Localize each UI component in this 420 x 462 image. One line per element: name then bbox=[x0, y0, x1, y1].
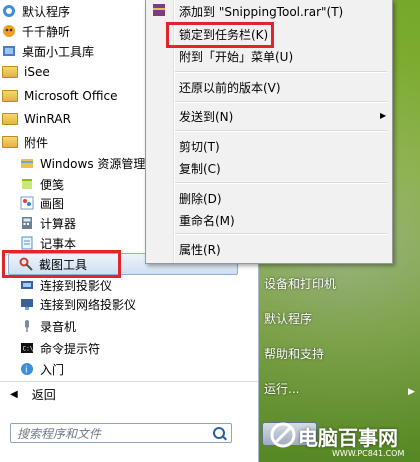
ctx-restore-previous-versions[interactable]: 还原以前的版本(V) bbox=[179, 77, 281, 97]
right-item-devices-printers[interactable]: 设备和打印机 bbox=[264, 273, 336, 293]
explorer-icon bbox=[20, 156, 34, 170]
sound-recorder-icon bbox=[20, 319, 34, 333]
folder-icon bbox=[2, 113, 18, 125]
ctx-send-to[interactable]: 发送到(N) bbox=[179, 106, 233, 126]
paint-icon bbox=[20, 196, 34, 210]
ctx-add-to-archive[interactable]: 添加到 "SnippingTool.rar"(T) bbox=[179, 1, 343, 21]
right-item-default-programs[interactable]: 默认程序 bbox=[264, 308, 312, 328]
network-projector-icon bbox=[20, 297, 34, 311]
svg-text:C:\: C:\ bbox=[23, 346, 34, 353]
folder-icon bbox=[2, 66, 18, 78]
program-connect-network-projector[interactable]: 连接到网络投影仪 bbox=[20, 294, 278, 314]
folder-icon bbox=[2, 136, 18, 148]
folder-icon bbox=[2, 90, 18, 102]
ttplayer-icon bbox=[2, 24, 16, 38]
context-menu-separator bbox=[175, 233, 387, 235]
highlight-snipping-tool bbox=[2, 250, 121, 278]
context-menu-separator bbox=[175, 71, 387, 73]
context-menu-separator bbox=[175, 130, 387, 132]
svg-text:i: i bbox=[25, 366, 28, 376]
watermark-text: 电脑百事网 bbox=[298, 426, 398, 450]
program-sound-recorder[interactable]: 录音机 bbox=[20, 316, 278, 336]
winrar-icon bbox=[152, 4, 166, 16]
context-menu-separator bbox=[175, 101, 387, 103]
sticky-notes-icon bbox=[20, 177, 34, 191]
getting-started-icon: i bbox=[20, 362, 34, 376]
default-programs-icon bbox=[2, 4, 16, 18]
program-command-prompt[interactable]: C:\ 命令提示符 bbox=[20, 338, 278, 358]
right-submenu-arrow-icon: ▶ bbox=[408, 387, 415, 397]
cmd-icon: C:\ bbox=[20, 341, 34, 355]
program-getting-started[interactable]: i 入门 bbox=[20, 359, 278, 379]
back-arrow-icon: ◀ bbox=[10, 388, 18, 400]
search-input[interactable]: 搜索程序和文件 bbox=[10, 423, 232, 443]
calculator-icon bbox=[20, 216, 34, 230]
projector-icon bbox=[20, 278, 34, 292]
watermark-url: WWW.PC841.COM bbox=[332, 449, 405, 458]
gadgets-icon bbox=[2, 44, 16, 58]
ctx-copy[interactable]: 复制(C) bbox=[179, 158, 221, 178]
ctx-properties[interactable]: 属性(R) bbox=[179, 239, 221, 259]
right-item-help-support[interactable]: 帮助和支持 bbox=[264, 343, 324, 363]
pc841-logo-icon bbox=[270, 422, 296, 448]
ctx-delete[interactable]: 删除(D) bbox=[179, 188, 222, 208]
watermark: 电脑百事网 WWW.PC841.COM bbox=[270, 420, 420, 462]
ctx-rename[interactable]: 重命名(M) bbox=[179, 210, 235, 230]
divider bbox=[0, 381, 258, 382]
search-icon[interactable] bbox=[213, 427, 225, 439]
highlight-pin-to-taskbar bbox=[166, 22, 274, 48]
back-button[interactable]: ◀ 返回 bbox=[10, 384, 130, 404]
notepad-icon bbox=[20, 236, 34, 250]
context-menu-separator bbox=[175, 182, 387, 184]
send-to-submenu-arrow-icon: ▶ bbox=[380, 111, 387, 120]
right-item-run[interactable]: 运行... bbox=[264, 378, 299, 398]
program-connect-projector[interactable]: 连接到投影仪 bbox=[20, 275, 278, 295]
ctx-cut[interactable]: 剪切(T) bbox=[179, 136, 220, 156]
ctx-pin-to-start-menu[interactable]: 附到「开始」菜单(U) bbox=[179, 46, 293, 66]
